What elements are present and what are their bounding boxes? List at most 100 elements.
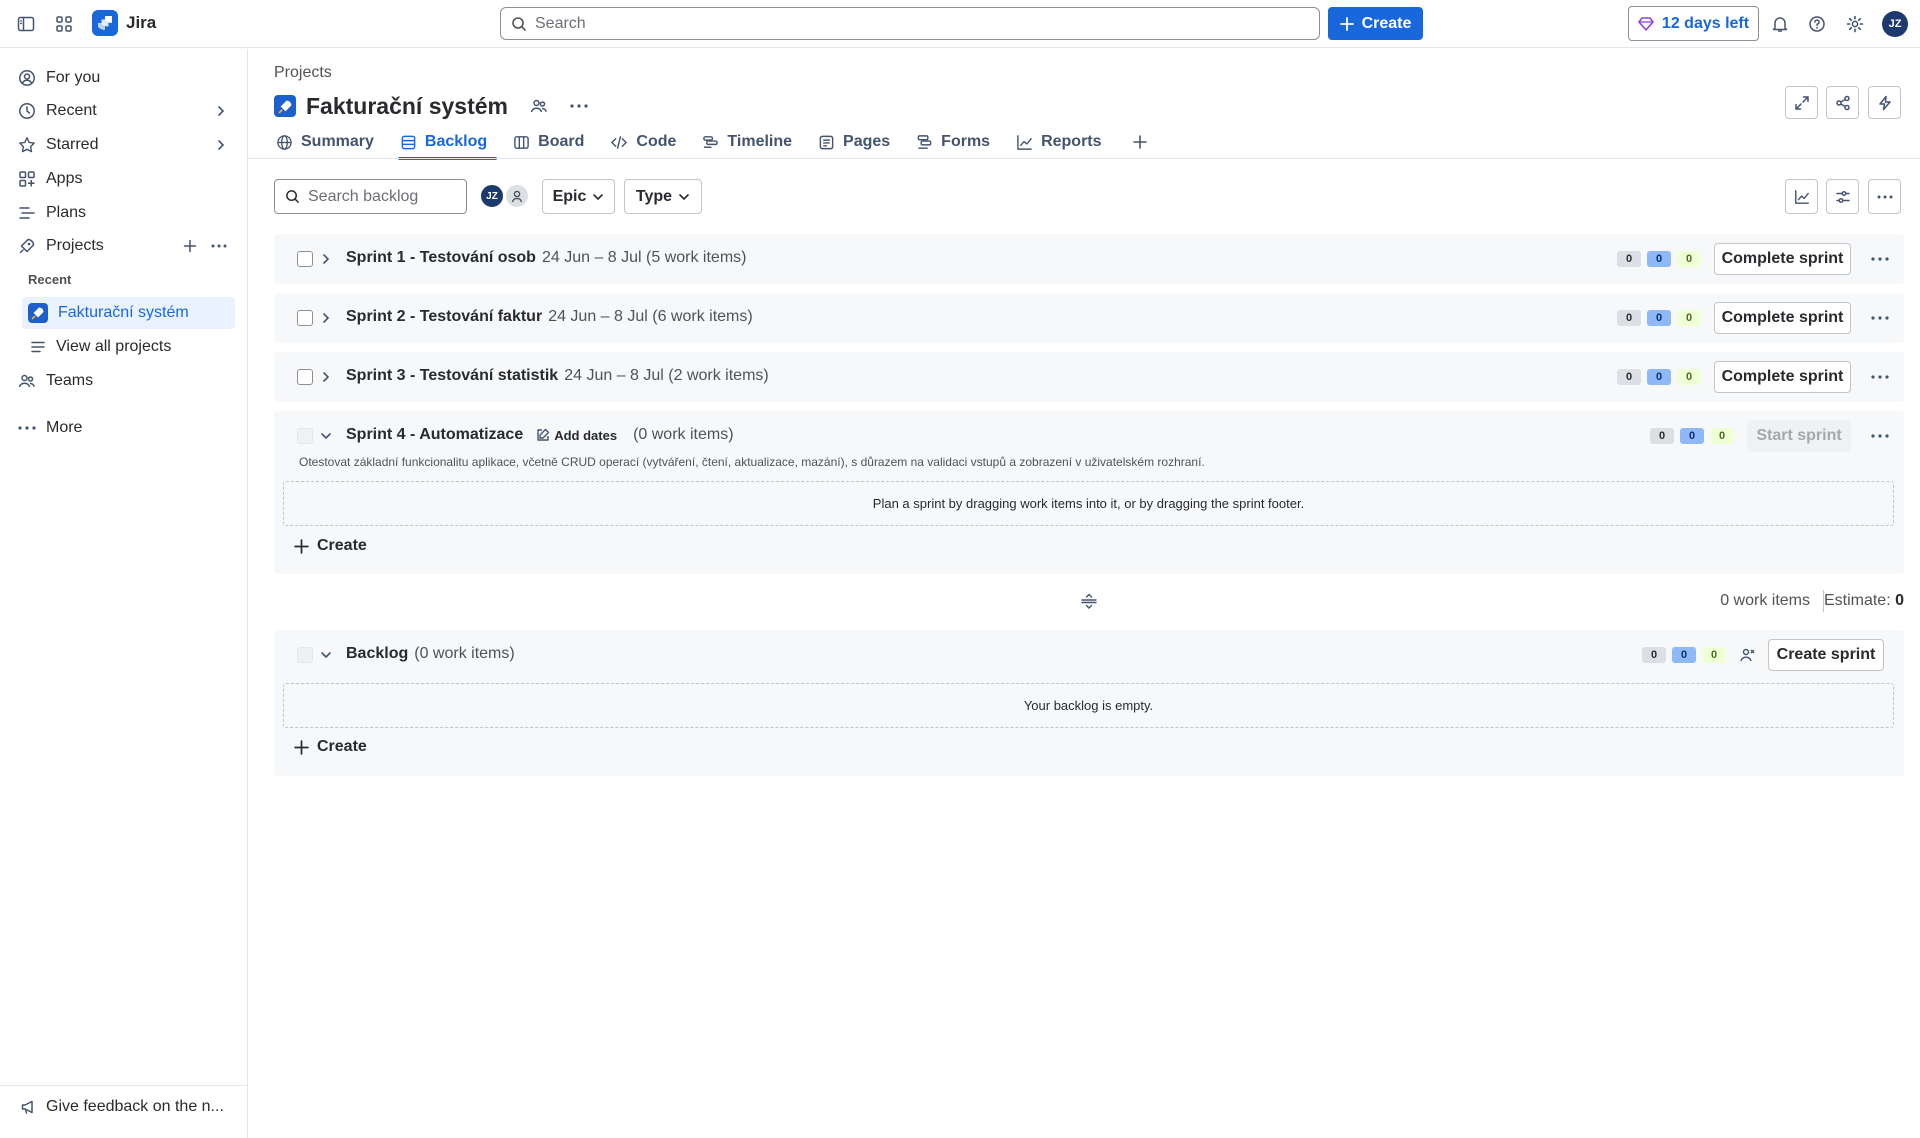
sidebar-item-more[interactable]: More [8,412,235,444]
backlog-title[interactable]: Backlog (0 work items) [346,645,515,663]
sprint-more-dots-icon[interactable] [1864,361,1896,393]
teams-label: Teams [46,372,94,389]
share-icon[interactable] [1826,86,1859,119]
sprint-dropzone[interactable]: Plan a sprint by dragging work items int… [283,481,1894,526]
more-dots-icon[interactable] [211,244,227,248]
sprint-title[interactable]: Sprint 4 - Automatizace Add dates (0 wor… [346,426,734,444]
sidebar-item-plans[interactable]: Plans [8,197,235,229]
breadcrumb[interactable]: Projects [274,64,332,82]
tab-forms[interactable]: Forms [914,128,1002,156]
backlog-name: Backlog [346,645,409,662]
estimate-label: Estimate: [1823,592,1891,609]
tab-backlog[interactable]: Backlog [397,128,499,160]
sprint-meta: 24 Jun – 8 Jul (5 work items) [541,249,747,266]
global-search-input[interactable]: Search [500,7,1320,40]
plus-icon [294,739,309,755]
project-team-icon[interactable] [524,91,554,121]
complete-sprint-button[interactable]: Complete sprint [1714,243,1851,275]
done-count-badge: 0 [1702,647,1726,663]
drag-handle-icon[interactable] [1080,592,1098,610]
complete-sprint-button[interactable]: Complete sprint [1714,302,1851,334]
create-button[interactable]: Create [1328,7,1423,40]
sprint-title[interactable]: Sprint 3 - Testování statistik 24 Jun – 8… [346,367,769,385]
sprint-more-dots-icon[interactable] [1864,420,1896,452]
sidebar-item-projects[interactable]: Projects [8,230,235,262]
chevron-down-icon[interactable] [320,649,332,661]
sidebar-item-apps[interactable]: Apps [8,163,235,195]
sprint-name: Sprint 4 - Automatizace [346,426,524,443]
sprint-checkbox[interactable] [297,251,313,267]
tab-code[interactable]: Code [608,128,688,156]
tab-summary[interactable]: Summary [274,128,386,156]
sidebar-toggle-icon[interactable] [10,8,42,40]
add-dates-label: Add dates [554,427,618,443]
sidebar-item-for-you[interactable]: For you [8,62,235,94]
backlog-dropzone[interactable]: Your backlog is empty. [283,683,1894,728]
settings-gear-icon[interactable] [1839,8,1871,40]
chevron-down-icon [679,193,689,200]
rocket-icon [19,238,35,254]
chevron-right-icon [218,106,225,116]
add-project-plus-icon[interactable] [183,239,197,253]
view-settings-sliders-icon[interactable] [1826,179,1859,214]
give-feedback-button[interactable]: Give feedback on the n... [20,1098,224,1116]
trial-days-left-button[interactable]: 12 days left [1628,6,1759,41]
apps-icon [19,171,35,187]
user-avatar[interactable]: JZ [1882,11,1908,37]
sprint-title[interactable]: Sprint 2 - Testování faktur 24 Jun – 8 Ju… [346,308,753,326]
more-actions-dots-icon[interactable] [1868,179,1901,214]
pages-icon [819,135,834,149]
fullscreen-expand-icon[interactable] [1785,86,1818,119]
tab-pages[interactable]: Pages [816,128,902,156]
add-dates-button[interactable]: Add dates [535,427,617,443]
tab-reports[interactable]: Reports [1014,128,1113,156]
done-count-badge: 0 [1710,428,1734,444]
in-progress-count-badge: 0 [1680,428,1704,444]
list-icon [31,341,45,353]
sidebar-item-active-project[interactable]: Fakturační systém [22,297,235,329]
automation-lightning-icon[interactable] [1868,86,1901,119]
chevron-right-icon[interactable] [320,371,332,383]
chevron-down-icon[interactable] [320,430,332,442]
notifications-bell-icon[interactable] [1764,8,1796,40]
sprint-checkbox[interactable] [297,428,313,444]
sprint-more-dots-icon[interactable] [1864,243,1896,275]
project-more-dots-icon[interactable] [564,91,594,121]
jira-logo[interactable]: Jira [92,10,156,36]
add-tab-plus-icon[interactable] [1126,128,1154,156]
sidebar-item-starred[interactable]: Starred [8,129,235,161]
view-all-projects-label: View all projects [56,338,172,355]
sidebar-item-view-all-projects[interactable]: View all projects [22,331,235,363]
sprint-checkbox[interactable] [297,369,313,385]
create-sprint-button[interactable]: Create sprint [1768,639,1884,671]
sprint-checkbox[interactable] [297,310,313,326]
tab-board[interactable]: Board [511,128,596,156]
tab-label: Reports [1041,133,1102,150]
sprint-more-dots-icon[interactable] [1864,302,1896,334]
help-icon[interactable] [1801,8,1833,40]
complete-sprint-button[interactable]: Complete sprint [1714,361,1851,393]
edit-icon [537,428,550,441]
tab-timeline[interactable]: Timeline [700,128,804,156]
unassigned-avatar-icon[interactable] [504,183,530,209]
sidebar-item-recent[interactable]: Recent [8,95,235,127]
search-backlog-input[interactable]: Search backlog [274,179,467,214]
start-sprint-button[interactable]: Start sprint [1747,420,1851,452]
epic-filter-dropdown[interactable]: Epic [542,179,615,214]
dropzone-hint: Plan a sprint by dragging work items int… [872,496,1305,511]
chevron-right-icon[interactable] [320,253,332,265]
backlog-checkbox[interactable] [297,647,313,663]
backlog-users-icon[interactable] [1732,639,1764,671]
assignee-avatar-filter[interactable]: JZ [479,183,505,209]
sprint-title[interactable]: Sprint 1 - Testování osob 24 Jun – 8 Jul … [346,249,746,267]
create-backlog-item-button[interactable]: Create [294,738,367,756]
type-filter-label: Type [635,187,673,205]
app-switcher-icon[interactable] [48,8,80,40]
chevron-right-icon[interactable] [320,312,332,324]
sidebar-item-teams[interactable]: Teams [8,365,235,397]
create-work-item-button[interactable]: Create [294,537,367,555]
type-filter-dropdown[interactable]: Type [624,179,702,214]
insights-chart-icon[interactable] [1785,179,1818,214]
tabs-divider [248,158,1920,159]
backlog-container: Backlog (0 work items) 0 0 0 Create sprin… [274,630,1904,776]
